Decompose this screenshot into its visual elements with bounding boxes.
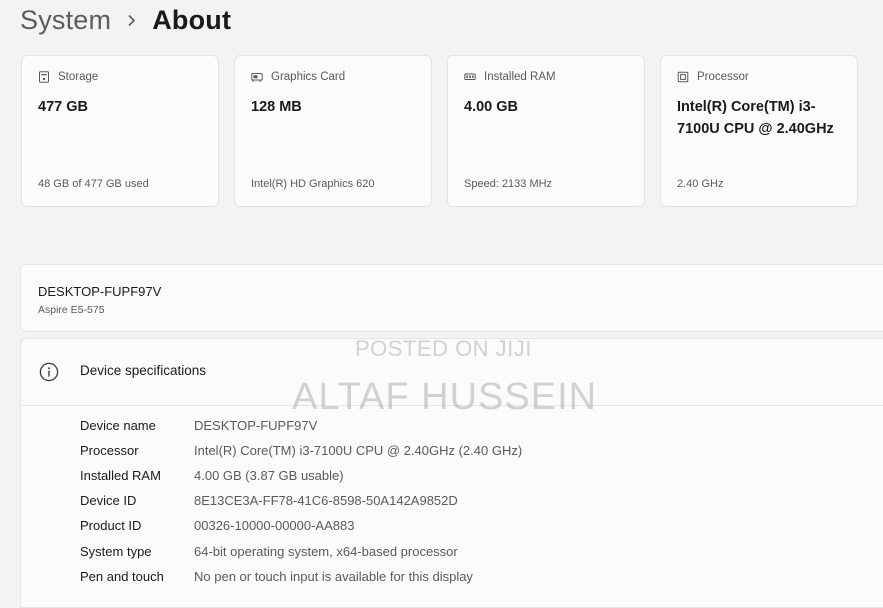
spec-row-device-id: Device ID 8E13CE3A-FF78-41C6-8598-50A142… <box>80 490 458 510</box>
card-graphics-header: Graphics Card <box>251 71 345 83</box>
card-graphics-value: 128 MB <box>251 99 302 115</box>
card-processor[interactable]: Processor Intel(R) Core(TM) i3-7100U CPU… <box>660 55 858 207</box>
device-name-heading: DESKTOP-FUPF97V <box>38 284 162 299</box>
device-model: Aspire E5-575 <box>38 304 105 316</box>
spec-value: 00326-10000-00000-AA883 <box>194 517 355 533</box>
card-ram-detail: Speed: 2133 MHz <box>464 178 553 190</box>
device-specifications-panel: Device specifications Device name DESKTO… <box>20 338 883 608</box>
card-installed-ram[interactable]: Installed RAM 4.00 GB Speed: 2133 MHz <box>447 55 645 207</box>
spec-label: Installed RAM <box>80 467 161 483</box>
card-processor-header: Processor <box>677 71 749 83</box>
processor-icon <box>677 71 689 83</box>
page-title: About <box>152 4 232 35</box>
spec-value: Intel(R) Core(TM) i3-7100U CPU @ 2.40GHz… <box>194 442 523 458</box>
device-rename-panel[interactable]: DESKTOP-FUPF97V Aspire E5-575 <box>20 264 883 332</box>
graphics-card-icon <box>251 71 263 83</box>
ram-icon <box>464 71 476 83</box>
spec-row-processor: Processor Intel(R) Core(TM) i3-7100U CPU… <box>80 440 522 460</box>
card-ram-value: 4.00 GB <box>464 99 518 115</box>
storage-icon <box>38 71 50 83</box>
card-ram-title: Installed RAM <box>484 71 556 83</box>
breadcrumb: System About <box>20 2 231 38</box>
spec-row-system-type: System type 64-bit operating system, x64… <box>80 541 458 561</box>
card-ram-header: Installed RAM <box>464 71 556 83</box>
card-graphics-title: Graphics Card <box>271 71 346 83</box>
chevron-right-icon <box>127 14 136 27</box>
spec-value: 4.00 GB (3.87 GB usable) <box>194 467 344 483</box>
card-processor-detail: 2.40 GHz <box>677 178 724 190</box>
spec-value: 8E13CE3A-FF78-41C6-8598-50A142A9852D <box>194 492 458 508</box>
card-storage-value: 477 GB <box>38 99 88 115</box>
spec-label: Device ID <box>80 492 137 508</box>
card-storage[interactable]: Storage 477 GB 48 GB of 477 GB used <box>21 55 219 207</box>
spec-label: Pen and touch <box>80 568 164 584</box>
spec-row-device-name: Device name DESKTOP-FUPF97V <box>80 415 317 435</box>
card-storage-detail: 48 GB of 477 GB used <box>38 178 149 190</box>
spec-row-pen-and-touch: Pen and touch No pen or touch input is a… <box>80 566 473 586</box>
card-storage-header: Storage <box>38 71 98 83</box>
card-graphics[interactable]: Graphics Card 128 MB Intel(R) HD Graphic… <box>234 55 432 207</box>
spec-label: Product ID <box>80 517 142 533</box>
card-processor-value: Intel(R) Core(TM) i3-7100U CPU @ 2.40GHz <box>677 99 834 137</box>
spec-label: System type <box>80 543 152 559</box>
spec-label: Device name <box>80 417 156 433</box>
spec-label: Processor <box>80 442 139 458</box>
spec-row-installed-ram: Installed RAM 4.00 GB (3.87 GB usable) <box>80 465 344 485</box>
device-specifications-title: Device specifications <box>80 363 207 378</box>
spec-value: DESKTOP-FUPF97V <box>194 417 318 433</box>
breadcrumb-system-link[interactable]: System <box>20 5 111 36</box>
spec-value: No pen or touch input is available for t… <box>194 568 473 584</box>
spec-value: 64-bit operating system, x64-based proce… <box>194 543 458 559</box>
spec-row-product-id: Product ID 00326-10000-00000-AA883 <box>80 515 354 535</box>
card-storage-title: Storage <box>58 71 99 83</box>
card-graphics-detail: Intel(R) HD Graphics 620 <box>251 178 375 190</box>
device-specifications-header[interactable]: Device specifications <box>21 339 883 406</box>
info-icon <box>39 362 59 382</box>
card-processor-title: Processor <box>697 71 749 83</box>
